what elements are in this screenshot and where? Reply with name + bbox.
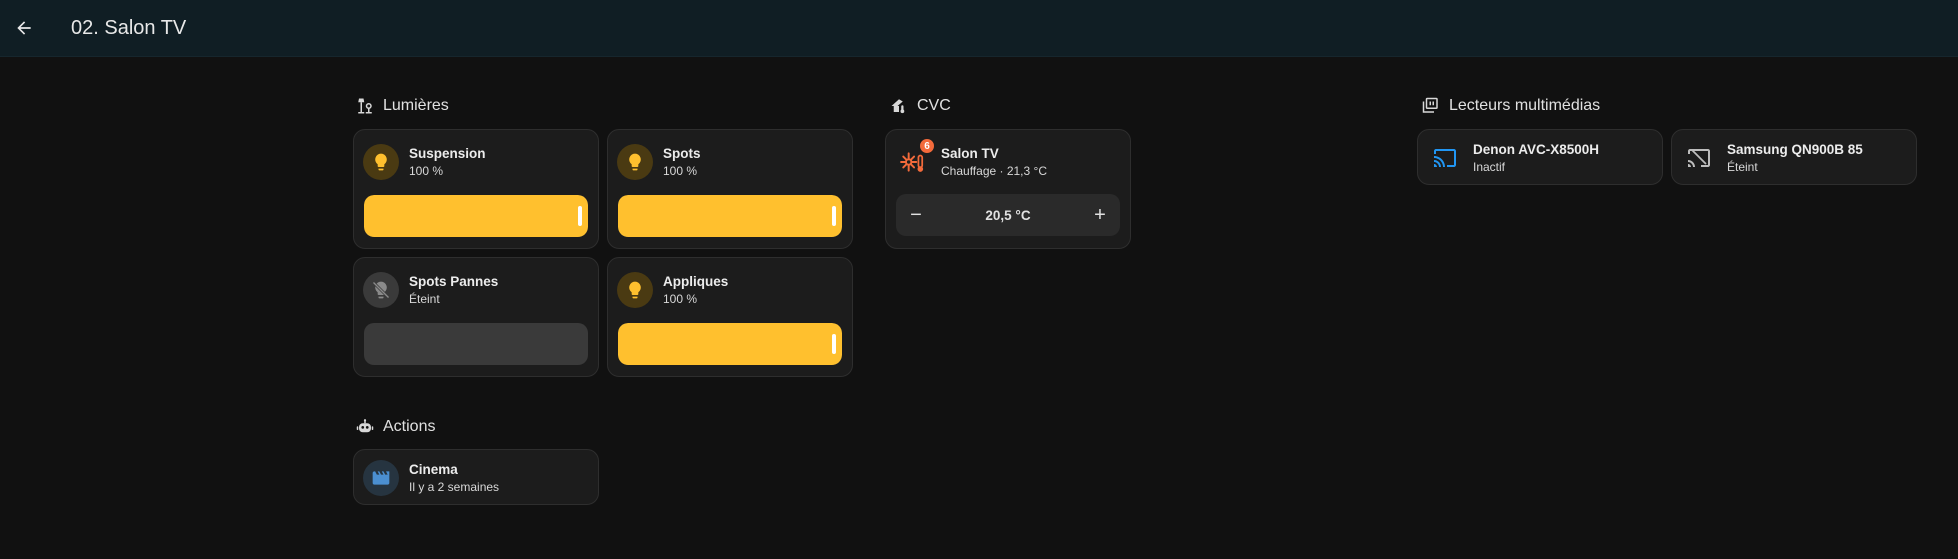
section-title-lights: Lumières — [356, 97, 449, 115]
media-tile-samsung[interactable]: Samsung QN900B 85 Éteint — [1671, 129, 1917, 185]
light-tile-appliques[interactable]: Appliques 100 % — [607, 257, 853, 377]
top-app-bar: 02. Salon TV — [0, 0, 1958, 57]
tile-name: Denon AVC-X8500H — [1473, 142, 1600, 157]
lightbulb-icon[interactable] — [363, 144, 399, 180]
section-title-climate: CVC — [890, 97, 951, 115]
section-title-text: Actions — [383, 418, 436, 435]
brightness-slider[interactable] — [364, 195, 588, 237]
tile-state: 100 % — [663, 292, 698, 306]
robot-icon — [356, 418, 374, 436]
target-temperature-control: − 20,5 °C + — [896, 194, 1120, 236]
increase-temperature-button[interactable]: + — [1080, 194, 1120, 236]
light-tile-spots-pannes[interactable]: Spots Pannes Éteint — [353, 257, 599, 377]
decrease-temperature-button[interactable]: − — [896, 194, 936, 236]
section-title-text: CVC — [917, 97, 951, 114]
back-button[interactable] — [8, 12, 40, 44]
tile-name: Cinema — [409, 462, 458, 477]
slider-fill — [618, 323, 842, 365]
tile-state: Éteint — [1727, 160, 1758, 174]
slider-handle[interactable] — [832, 206, 836, 226]
brightness-slider[interactable] — [618, 195, 842, 237]
tile-header: 6 Salon TV Chauffage · 21,3 °C — [895, 138, 1047, 180]
target-temperature-value: 20,5 °C — [985, 207, 1031, 223]
multimedia-icon — [1422, 97, 1440, 115]
lightbulb-icon[interactable] — [617, 144, 653, 180]
scene-tile-cinema[interactable]: Cinema Il y a 2 semaines — [353, 449, 599, 505]
tile-header: Cinema Il y a 2 semaines — [363, 460, 499, 496]
section-title-text: Lecteurs multimédias — [1449, 97, 1601, 114]
tile-name: Appliques — [663, 274, 729, 289]
slider-fill — [618, 195, 842, 237]
notification-badge: 6 — [919, 138, 935, 154]
slider-handle[interactable] — [832, 334, 836, 354]
section-title-media: Lecteurs multimédias — [1422, 97, 1600, 115]
heat-pump-icon[interactable]: 6 — [895, 138, 935, 180]
media-tile-denon[interactable]: Denon AVC-X8500H Inactif — [1417, 129, 1663, 185]
tile-state: Inactif — [1473, 160, 1506, 174]
page-title: 02. Salon TV — [71, 17, 187, 39]
tile-header: Spots Pannes Éteint — [363, 272, 498, 308]
cast-icon[interactable] — [1427, 140, 1463, 176]
tile-header: Samsung QN900B 85 Éteint — [1681, 140, 1863, 176]
light-tile-suspension[interactable]: Suspension 100 % — [353, 129, 599, 249]
tile-name: Spots Pannes — [409, 274, 499, 289]
lamps-icon — [356, 97, 374, 115]
tile-name: Spots — [663, 146, 701, 161]
climate-tile-salon-tv[interactable]: 6 Salon TV Chauffage · 21,3 °C − 20,5 °C… — [885, 129, 1131, 249]
tile-header: Denon AVC-X8500H Inactif — [1427, 140, 1599, 176]
tile-header: Suspension 100 % — [363, 144, 486, 180]
cast-off-icon[interactable] — [1681, 140, 1717, 176]
tile-state: Éteint — [409, 292, 440, 306]
tile-name: Suspension — [409, 146, 486, 161]
lightbulb-off-icon[interactable] — [363, 272, 399, 308]
section-title-actions: Actions — [356, 418, 435, 436]
arrow-left-icon — [17, 21, 31, 35]
tile-name: Salon TV — [941, 146, 999, 161]
section-title-text: Lumières — [383, 97, 449, 114]
lightbulb-icon[interactable] — [617, 272, 653, 308]
tile-state: Chauffage · 21,3 °C — [941, 164, 1047, 178]
home-thermostat-icon — [890, 97, 908, 115]
tile-state: 100 % — [663, 164, 698, 178]
slider-handle[interactable] — [578, 206, 582, 226]
tile-state: 100 % — [409, 164, 444, 178]
tile-state: Il y a 2 semaines — [409, 480, 500, 494]
brightness-slider[interactable] — [618, 323, 842, 365]
tile-header: Appliques 100 % — [617, 272, 728, 308]
clapperboard-icon[interactable] — [363, 460, 399, 496]
slider-fill — [364, 195, 588, 237]
tile-name: Samsung QN900B 85 — [1727, 142, 1863, 157]
tile-header: Spots 100 % — [617, 144, 701, 180]
light-tile-spots[interactable]: Spots 100 % — [607, 129, 853, 249]
brightness-slider[interactable] — [364, 323, 588, 365]
